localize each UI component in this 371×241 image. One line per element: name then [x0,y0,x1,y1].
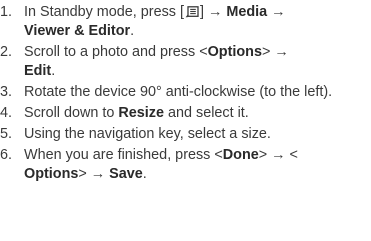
menu-term: Edit [24,63,52,79]
step-text: ] → [199,4,227,20]
arrow-text: → [267,4,286,20]
step-text: . [142,166,147,182]
step-text: . [130,23,135,39]
step-text: . [51,63,56,79]
softkey-term: Options [207,44,262,60]
step-text: Rotate the device 90° anti-clockwise (to… [24,84,333,100]
step-text: Scroll down to [24,105,119,121]
step-number: 2. [0,44,13,60]
step-2: 2. Scroll to a photo and press <Options>… [0,43,371,81]
step-text: Using the navigation key, select a size. [24,126,271,142]
menu-key-icon [185,6,199,18]
step-text: > → < [258,147,298,163]
step-5: 5. Using the navigation key, select a si… [0,125,371,144]
step-number: 1. [0,4,13,20]
menu-term: Media [226,4,268,20]
step-text: In Standby mode, press [ [24,4,184,20]
step-number: 4. [0,105,13,121]
step-text: > → [261,44,289,60]
step-number: 6. [0,147,13,163]
menu-term: Resize [118,105,164,121]
menu-term: Save [109,166,143,182]
step-number: 5. [0,126,13,142]
step-1: 1. In Standby mode, press [ ] → Media → V… [0,3,371,41]
menu-term: Viewer & Editor [24,23,131,39]
step-number: 3. [0,84,13,100]
instruction-steps: 1. In Standby mode, press [ ] → Media → V… [0,0,371,184]
step-text: > → [78,166,110,182]
step-text: When you are finished, press < [24,147,223,163]
softkey-term: Options [24,166,79,182]
softkey-term: Done [222,147,259,163]
step-text: and select it. [164,105,249,121]
step-text: Scroll to a photo and press < [24,44,208,60]
step-6: 6. When you are finished, press <Done> →… [0,146,371,184]
step-3: 3. Rotate the device 90° anti-clockwise … [0,83,371,102]
step-4: 4. Scroll down to Resize and select it. [0,104,371,123]
